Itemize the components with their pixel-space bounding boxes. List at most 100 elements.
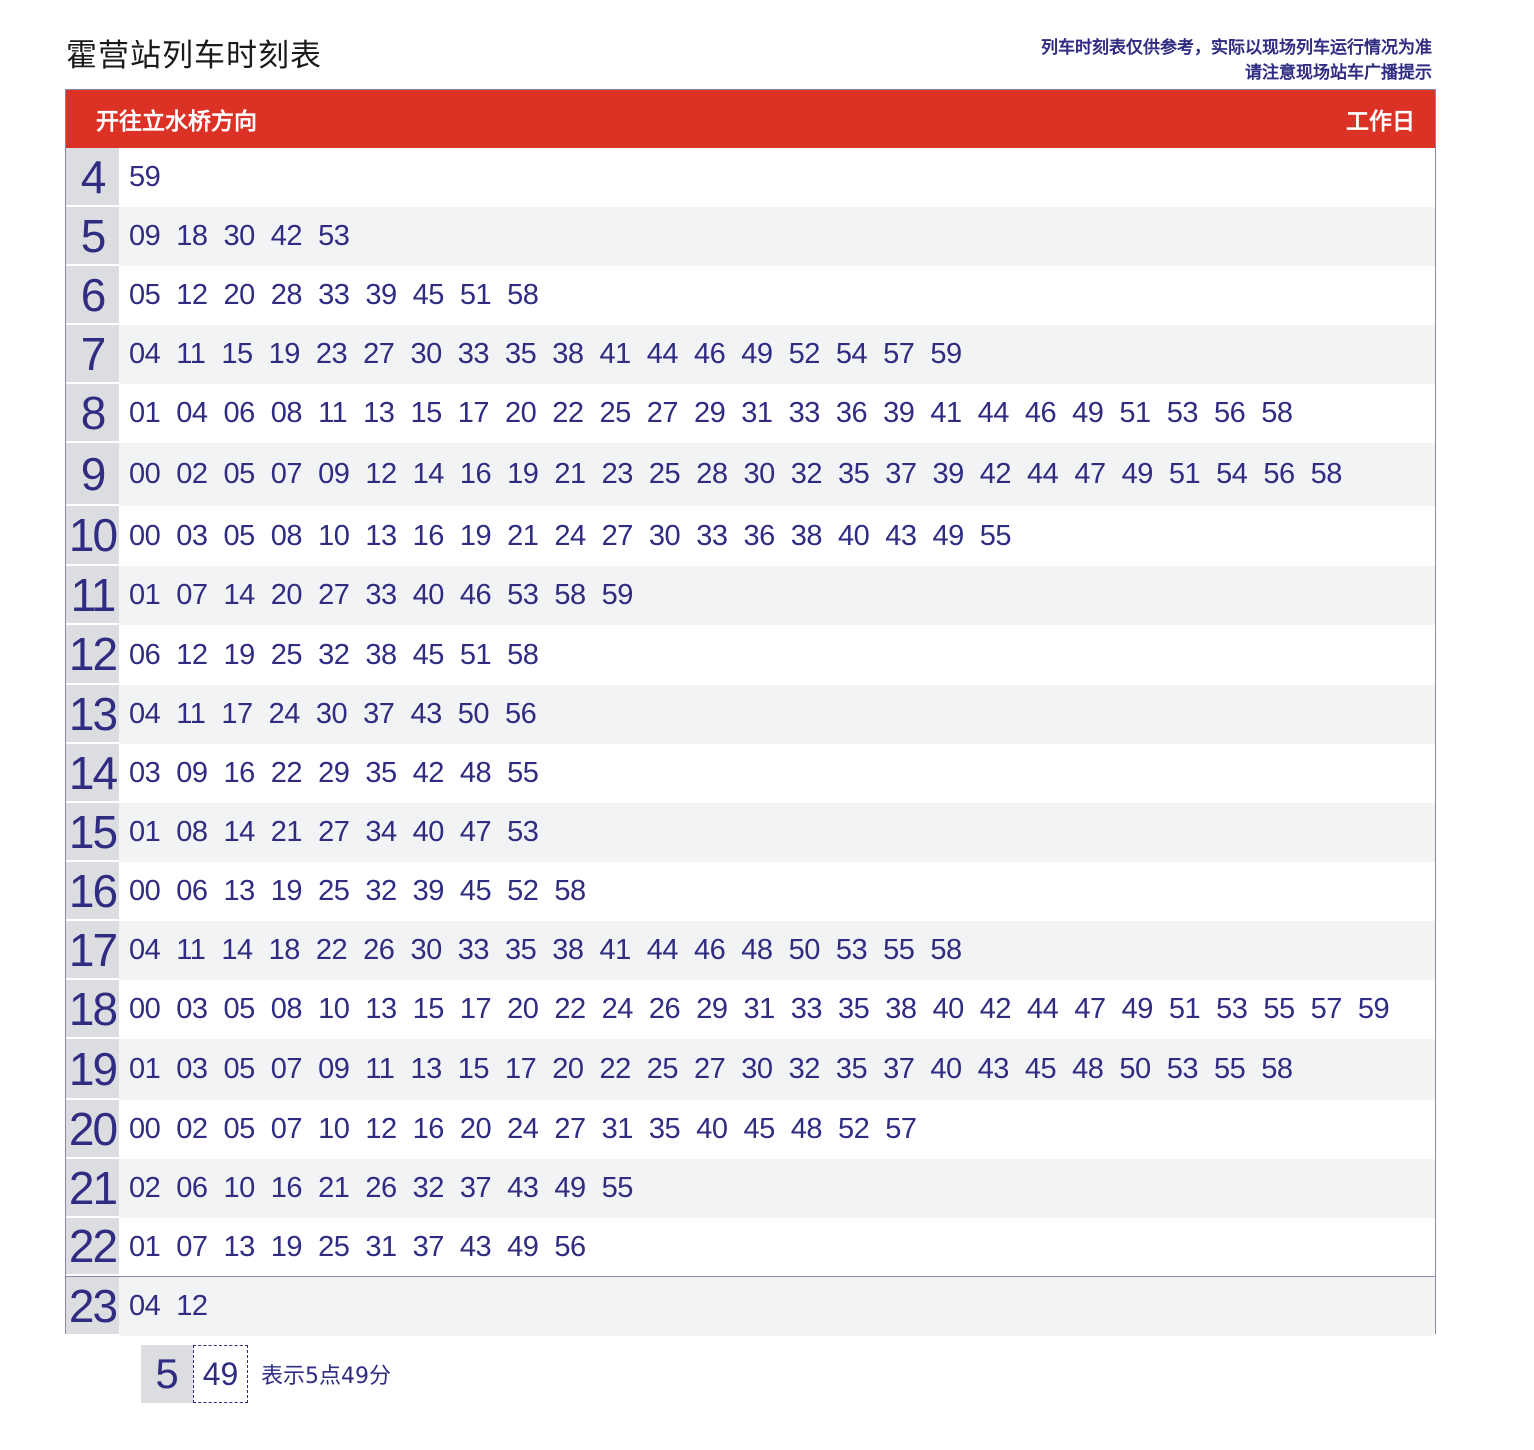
minutes-list: 01 07 13 19 25 31 37 43 49 56 [119,1231,602,1264]
table-row: 13 04 11 17 24 30 37 43 50 56 [66,685,1435,744]
minute-value: 55 [883,934,915,966]
minute-value: 05 [223,993,256,1025]
minute-value: 48 [790,1113,823,1145]
minute-value: 44 [646,338,679,370]
minute-value: 30 [741,1053,773,1085]
minute-value: 23 [315,338,348,370]
minute-value: 25 [270,638,303,671]
hour-cell: 20 [66,1100,119,1159]
minutes-list: 00 06 13 19 25 32 39 45 52 58 [119,875,602,908]
minute-value: 16 [412,1113,445,1145]
minute-value: 53 [835,934,868,966]
minute-value: 35 [837,458,870,490]
minute-value: 58 [1261,397,1293,429]
minute-value: 23 [601,458,634,490]
minute-value: 13 [410,1053,442,1085]
minute-value: 46 [459,579,492,611]
minute-value: 42 [270,220,303,252]
minute-value: 21 [318,1172,350,1204]
minute-value: 35 [837,993,870,1025]
minute-value: 59 [601,579,634,611]
minute-value: 58 [507,638,539,671]
minute-value: 00 [129,519,161,552]
minute-value: 57 [883,338,915,370]
minutes-list: 01 08 14 21 27 34 40 47 53 [119,816,554,849]
minute-value: 46 [694,338,726,370]
minute-value: 27 [554,1113,586,1145]
minute-value: 11 [176,934,206,966]
minute-value: 04 [176,397,208,429]
table-row: 21 02 06 10 16 21 26 32 37 43 49 55 [66,1159,1435,1218]
minute-value: 44 [646,934,679,966]
minute-value: 22 [270,757,303,789]
minute-value: 56 [504,698,537,730]
minutes-list: 06 12 19 25 32 38 45 51 58 [119,639,554,672]
minute-value: 03 [129,757,161,789]
minute-value: 49 [1121,458,1154,490]
minutes-list: 09 18 30 42 53 [119,220,365,253]
minute-value: 00 [129,993,161,1025]
minute-value: 48 [741,934,773,966]
minute-value: 55 [1213,1053,1246,1085]
table-row: 12 06 12 19 25 32 38 45 51 58 [66,625,1435,685]
hour-cell: 22 [66,1218,119,1276]
minute-value: 26 [363,934,395,966]
table-row: 17 04 11 14 18 22 26 30 33 35 38 41 44 46 48 50 53 55 58 [66,921,1435,980]
minute-value: 02 [176,458,208,490]
minute-value: 16 [459,458,492,490]
minute-value: 33 [365,579,397,611]
minute-value: 10 [318,519,350,552]
minute-value: 33 [318,279,350,311]
minute-value: 05 [129,279,161,311]
minute-value: 43 [459,1230,492,1263]
minute-value: 41 [930,397,962,429]
legend: 5 49 表示5点49分 [141,1345,391,1403]
minute-value: 08 [270,993,303,1025]
minute-value: 12 [365,1113,397,1145]
table-row: 7 04 11 15 19 23 27 30 33 35 38 41 44 46 49 52 54 57 59 [66,325,1435,384]
minute-value: 04 [129,698,161,730]
minute-value: 14 [221,934,253,966]
table-row: 6 05 12 20 28 33 39 45 51 58 [66,266,1435,325]
minute-value: 22 [599,1053,632,1085]
minute-value: 20 [459,1113,492,1145]
table-row: 9 00 02 05 07 09 12 14 16 19 21 23 25 28 30 32 35 37 39 42 4… [66,443,1435,506]
minute-value: 40 [412,579,445,611]
notice-line-2: 请注意现场站车广播提示 [1245,63,1432,83]
minute-value: 16 [223,757,256,789]
minute-value: 22 [554,993,586,1025]
minute-value: 12 [176,279,208,311]
minute-value: 45 [412,279,445,311]
minutes-list: 04 12 [119,1290,224,1323]
minute-value: 35 [648,1113,681,1145]
minute-value: 52 [837,1113,870,1145]
minute-value: 06 [176,1172,208,1204]
minute-value: 42 [979,458,1012,490]
minute-value: 37 [885,458,917,490]
minute-value: 28 [270,279,303,311]
minute-value: 30 [410,934,442,966]
minute-value: 29 [696,993,728,1025]
minute-value: 45 [743,1113,775,1145]
minute-value: 34 [365,816,397,848]
minute-value: 43 [885,519,917,552]
notice: 列车时刻表仅供参考，实际以现场列车运行情况为准 请注意现场站车广播提示 [1041,36,1432,86]
minute-value: 57 [1310,993,1343,1025]
minute-value: 59 [1357,993,1390,1025]
minute-value: 33 [790,993,823,1025]
table-row: 16 00 06 13 19 25 32 39 45 52 58 [66,862,1435,921]
minute-value: 32 [788,1053,821,1085]
minute-value: 12 [176,1290,208,1322]
minute-value: 37 [883,1053,915,1085]
minute-value: 27 [601,519,634,552]
minute-value: 47 [1074,993,1106,1025]
minute-value: 58 [1261,1053,1293,1085]
minute-value: 03 [176,993,208,1025]
hour-cell: 18 [66,980,119,1039]
minute-value: 50 [788,934,821,966]
timetable: 开往立水桥方向 工作日 4 59 5 09 18 30 42 53 6 05 12 20 28 33 39 4… [65,89,1436,1336]
minute-value: 43 [410,698,442,730]
minute-value: 25 [599,397,632,429]
notice-line-1: 列车时刻表仅供参考，实际以现场列车运行情况为准 [1041,38,1432,58]
minute-value: 24 [507,1113,539,1145]
